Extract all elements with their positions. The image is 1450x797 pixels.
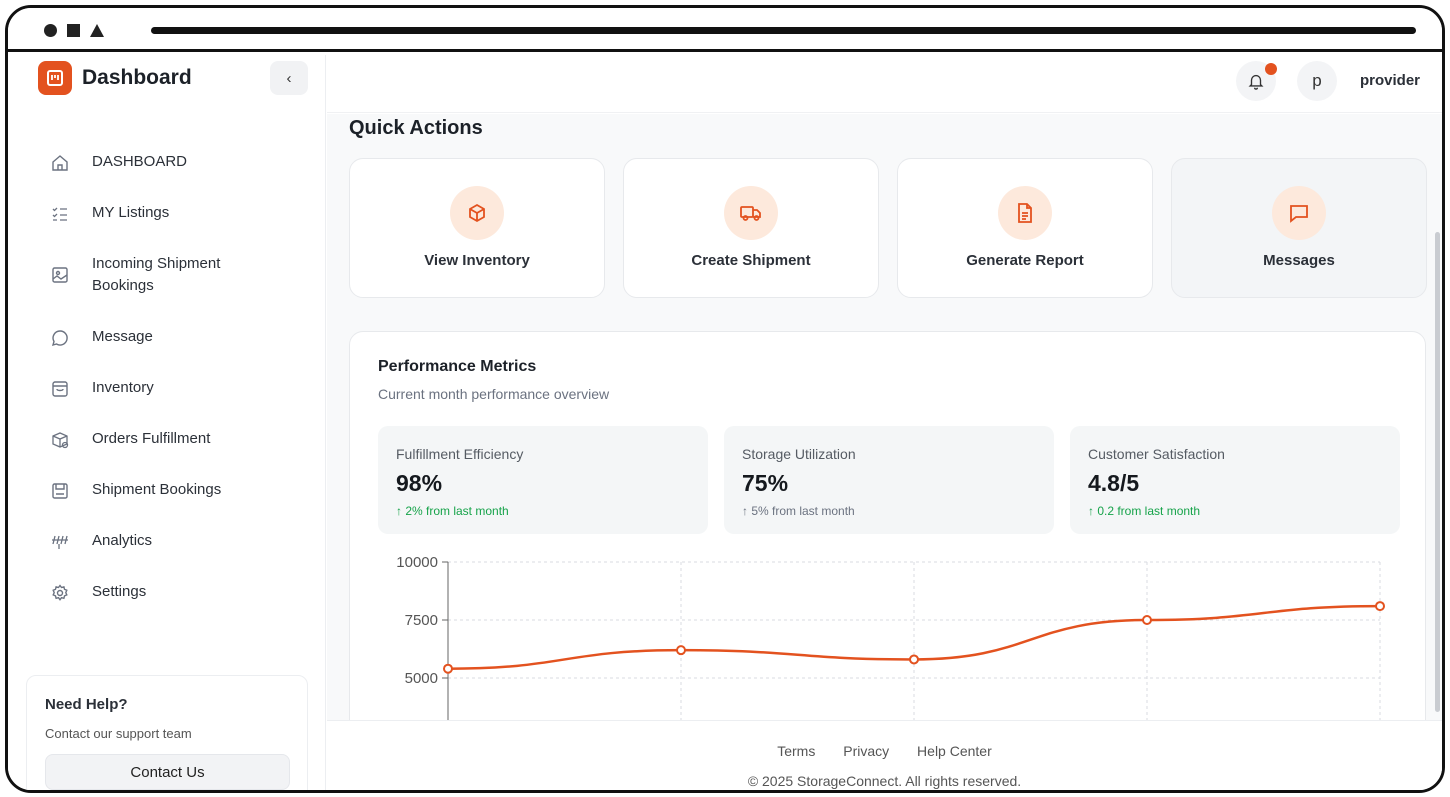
topbar: p provider [327,55,1442,113]
sidebar-item-message[interactable]: Message [48,326,153,350]
data-point [443,663,453,674]
sidebar-item-shipment-bookings[interactable]: Shipment Bookings [48,479,221,503]
metric-change: ↑ 2% from last month [396,504,509,518]
quick-actions-title: Quick Actions [349,117,483,139]
data-point [1142,615,1152,625]
circle-control-icon[interactable] [44,24,57,37]
sidebar-item-label: DASHBOARD [92,153,188,170]
sidebar-item-incoming-shipment-bookings[interactable]: Incoming Shipment Bookings [48,253,252,297]
help-card: Need Help? Contact our support team Cont… [26,675,308,790]
sidebar-item-settings[interactable]: Settings [48,581,146,605]
notifications-button[interactable] [1236,61,1277,101]
sidebar-item-analytics[interactable]: Analytics [48,530,152,554]
contact-us-button[interactable]: Contact Us [45,754,290,790]
help-title: Need Help? [45,696,128,713]
logo-icon [38,61,72,95]
inbox-icon [48,377,72,401]
brand-title: Dashboard [82,66,192,89]
footer-link-help-center[interactable]: Help Center [917,743,992,759]
sidebar-item-dashboard[interactable]: DASHBOARD [48,151,187,175]
view-inventory-card[interactable]: View Inventory [349,158,605,298]
help-subtitle: Contact our support team [45,726,192,741]
document-icon [998,186,1052,240]
metric-value: 98% [396,470,443,496]
sidebar-item-label: Inventory [92,379,154,396]
data-point [676,645,686,656]
chevron-left-icon: ‹ [286,69,292,87]
performance-title: Performance Metrics [378,358,537,375]
sidebar-item-label: Message [92,328,153,345]
sidebar-item-label: Analytics [92,532,153,549]
data-point [909,654,919,665]
main-scrollbar[interactable] [1435,232,1440,712]
triangle-control-icon[interactable] [90,24,104,37]
square-control-icon[interactable] [67,24,80,37]
footer-link-privacy[interactable]: Privacy [843,743,889,759]
window-controls [44,24,104,37]
metric-storage-utilization: Storage Utilization 75% ↑ 5% from last m… [724,426,1054,534]
generate-report-card[interactable]: Generate Report [897,158,1153,298]
y-tick-label: 7500 [405,612,438,629]
performance-subtitle: Current month performance overview [378,386,610,402]
metric-value: 75% [742,470,789,496]
box-icon [450,186,504,240]
username[interactable]: provider [1360,72,1420,89]
notification-badge [1265,63,1277,75]
bell-icon [1248,74,1264,90]
metric-label: Customer Satisfaction [1088,446,1225,462]
avatar[interactable]: p [1297,61,1337,101]
metric-label: Fulfillment Efficiency [396,446,524,462]
y-tick-label: 5000 [405,670,438,687]
message-icon [1272,186,1326,240]
quick-action-label: Messages [1263,252,1335,269]
analytics-icon [48,530,72,554]
sidebar-item-label: Orders Fulfillment [92,430,211,447]
metric-label: Storage Utilization [742,446,856,462]
collapse-sidebar-button[interactable]: ‹ [270,61,308,95]
checklist-icon [48,202,72,226]
sidebar: Dashboard ‹ DASHBOARD MY Listings Incomi… [8,55,326,790]
sidebar-item-label: Shipment Bookings [92,481,222,498]
footer: Terms Privacy Help Center © 2025 Storage… [327,720,1442,790]
sidebar-item-my-listings[interactable]: MY Listings [48,202,169,226]
window-titlebar [8,8,1442,52]
sidebar-item-label: Incoming Shipment Bookings [92,255,221,294]
quick-action-label: Create Shipment [691,252,811,269]
metric-fulfillment-efficiency: Fulfillment Efficiency 98% ↑ 2% from las… [378,426,708,534]
footer-links: Terms Privacy Help Center [327,743,1442,759]
messages-card[interactable]: Messages [1171,158,1427,298]
brand[interactable]: Dashboard [38,61,192,95]
address-bar[interactable] [151,27,1416,34]
copyright: © 2025 StorageConnect. All rights reserv… [747,773,1022,789]
metric-change: ↑ 5% from last month [742,504,855,518]
sidebar-item-inventory[interactable]: Inventory [48,377,154,401]
sidebar-item-label: MY Listings [92,204,170,221]
metric-change: ↑ 0.2 from last month [1088,504,1201,518]
home-icon [48,151,72,175]
save-icon [48,479,72,503]
metric-value: 4.8/5 [1088,470,1140,496]
sidebar-item-orders-fulfillment[interactable]: Orders Fulfillment [48,428,210,452]
package-icon [48,428,72,452]
image-icon [48,263,72,287]
performance-metrics-card: Performance Metrics Current month perfor… [349,331,1426,751]
quick-action-label: View Inventory [424,252,530,269]
data-point [1375,601,1385,612]
app-window: Dashboard ‹ DASHBOARD MY Listings Incomi… [5,5,1445,793]
main-content: Quick Actions View Inventory Create Ship… [327,114,1442,790]
y-tick-label: 10000 [396,554,438,571]
footer-link-terms[interactable]: Terms [777,743,815,759]
gear-icon [48,581,72,605]
quick-action-label: Generate Report [966,252,1084,269]
create-shipment-card[interactable]: Create Shipment [623,158,879,298]
chat-icon [48,326,72,350]
truck-icon [724,186,778,240]
metric-customer-satisfaction: Customer Satisfaction 4.8/5 ↑ 0.2 from l… [1070,426,1400,534]
sidebar-item-label: Settings [92,583,147,600]
